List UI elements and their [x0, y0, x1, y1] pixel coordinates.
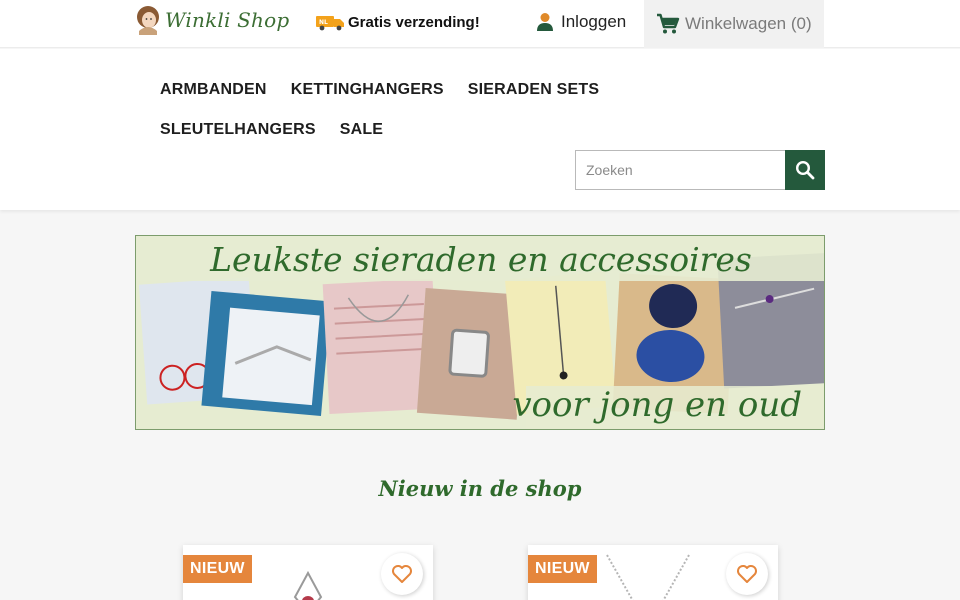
banner-title: Leukste sieraden en accessoires [210, 240, 752, 279]
menu-item-kettinghangers[interactable]: KETTINGHANGERS [291, 79, 444, 101]
search-input[interactable] [575, 150, 785, 190]
menu-item-sale[interactable]: SALE [340, 119, 383, 141]
product-card[interactable]: NIEUW [528, 545, 778, 600]
user-icon [537, 13, 553, 31]
menu-item-sleutelhangers[interactable]: SLEUTELHANGERS [160, 119, 316, 141]
product-image[interactable] [603, 553, 693, 600]
wishlist-button[interactable] [381, 553, 423, 595]
new-badge: NIEUW [528, 555, 597, 583]
wishlist-button[interactable] [726, 553, 768, 595]
main-navigation: ARMBANDEN KETTINGHANGERS SIERADEN SETS S… [0, 49, 960, 210]
heart-icon [737, 565, 757, 583]
category-menu: ARMBANDEN KETTINGHANGERS SIERADEN SETS S… [160, 79, 800, 141]
menu-item-sieraden-sets[interactable]: SIERADEN SETS [468, 79, 600, 101]
product-image[interactable] [283, 567, 333, 600]
shopping-cart-icon [657, 13, 680, 34]
promo-text: Gratis verzending! [348, 13, 480, 31]
login-label: Inloggen [561, 12, 627, 31]
menu-item-armbanden[interactable]: ARMBANDEN [160, 79, 267, 101]
delivery-truck-icon: NL [316, 16, 344, 31]
section-title: Nieuw in de shop [378, 476, 582, 501]
search-icon [795, 160, 815, 180]
search-button[interactable] [785, 150, 825, 190]
search-form [575, 150, 825, 190]
free-shipping-promo: NL Gratis verzending! [315, 13, 480, 31]
new-badge: NIEUW [183, 555, 252, 583]
shop-logo[interactable]: Winkli Shop [135, 4, 289, 36]
top-bar: Winkli Shop NL Gratis verzending! Inlogg… [0, 0, 960, 48]
login-link[interactable]: Inloggen [535, 12, 626, 32]
product-card[interactable]: NIEUW [183, 545, 433, 600]
banner-subtitle: voor jong en oud [512, 385, 802, 425]
cart-button[interactable]: Winkelwagen (0) [644, 0, 824, 48]
logo-icon [137, 6, 159, 35]
hero-banner[interactable]: Leukste sieraden en accessoires voor jon… [135, 235, 825, 430]
cart-label: Winkelwagen (0) [685, 14, 812, 33]
heart-icon [392, 565, 412, 583]
promo-badge: NL [319, 19, 328, 26]
logo-text: Winkli Shop [165, 8, 290, 32]
